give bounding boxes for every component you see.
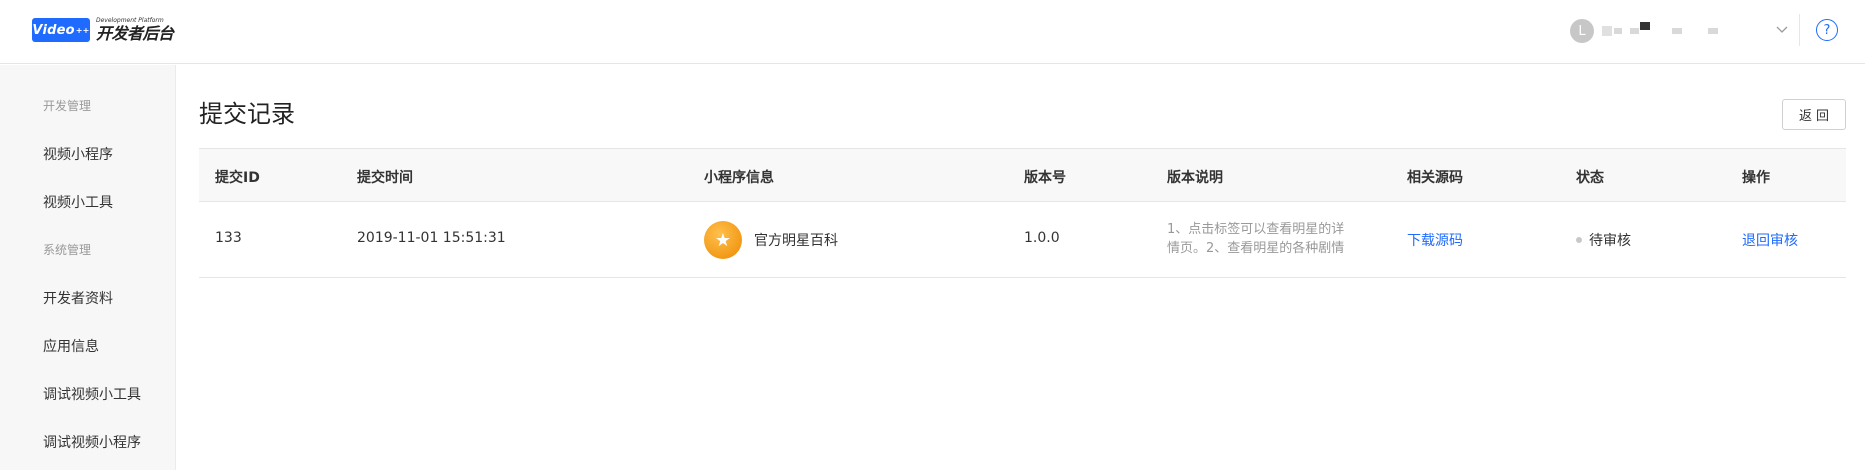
star-icon: ★ <box>704 221 742 259</box>
status-dot-icon <box>1576 237 1582 243</box>
redacted-username <box>1708 28 1718 34</box>
cell-id: 133 <box>215 230 242 246</box>
withdraw-review-link[interactable]: 退回审核 <box>1742 230 1798 250</box>
sidebar-item-dev-profile[interactable]: 开发者资料 <box>43 288 113 308</box>
sidebar-item-video-app[interactable]: 视频小程序 <box>43 144 113 164</box>
logo-text: Development Platform 开发者后台 <box>96 17 174 43</box>
column-header-source: 相关源码 <box>1407 170 1463 186</box>
logo-badge: Video ++ <box>32 18 90 42</box>
cell-version: 1.0.0 <box>1024 230 1060 246</box>
logo-title: 开发者后台 <box>96 24 174 43</box>
column-header-status: 状态 <box>1576 170 1604 186</box>
sidebar-item-debug-tool[interactable]: 调试视频小工具 <box>43 384 141 404</box>
sidebar-group-dev: 开发管理 <box>43 99 92 113</box>
version-desc-line: 1、点击标签可以查看明星的详 <box>1167 222 1345 237</box>
sidebar-group-system: 系统管理 <box>43 243 92 257</box>
download-source-link[interactable]: 下载源码 <box>1407 230 1463 250</box>
logo-badge-text: Video <box>32 22 75 38</box>
top-header: Video ++ Development Platform 开发者后台 L ? <box>0 0 1865 64</box>
help-icon[interactable]: ? <box>1816 19 1838 41</box>
redacted-username <box>1630 28 1639 34</box>
cell-app-name: 官方明星百科 <box>754 233 838 249</box>
sidebar-item-debug-app[interactable]: 调试视频小程序 <box>43 432 141 452</box>
redacted-username <box>1602 26 1612 36</box>
cell-time: 2019-11-01 15:51:31 <box>357 230 506 246</box>
submission-table: 提交ID 提交时间 小程序信息 版本号 版本说明 相关源码 状态 操作 133 … <box>199 148 1846 278</box>
chevron-down-icon[interactable] <box>1774 21 1790 37</box>
sidebar: 开发管理 视频小程序 视频小工具 系统管理 开发者资料 应用信息 调试视频小工具… <box>0 65 176 470</box>
redacted-username <box>1672 28 1682 34</box>
logo[interactable]: Video ++ Development Platform 开发者后台 <box>32 17 174 43</box>
table-header: 提交ID 提交时间 小程序信息 版本号 版本说明 相关源码 状态 操作 <box>199 148 1846 202</box>
column-header-time: 提交时间 <box>357 170 413 186</box>
sidebar-item-app-info[interactable]: 应用信息 <box>43 336 99 356</box>
column-header-version-desc: 版本说明 <box>1167 170 1223 186</box>
version-desc-line: 情页。2、查看明星的各种剧情 <box>1167 241 1345 256</box>
cell-version-desc: 1、点击标签可以查看明星的详 情页。2、查看明星的各种剧情 <box>1167 220 1377 258</box>
page-title: 提交记录 <box>199 100 295 128</box>
cell-status: 待审核 <box>1576 230 1631 250</box>
column-header-action: 操作 <box>1742 170 1770 186</box>
redacted-username <box>1614 28 1622 34</box>
column-header-version: 版本号 <box>1024 170 1066 186</box>
header-divider <box>1799 14 1800 46</box>
column-header-app-info: 小程序信息 <box>704 170 774 186</box>
avatar[interactable]: L <box>1570 19 1594 43</box>
sidebar-item-video-tool[interactable]: 视频小工具 <box>43 192 113 212</box>
user-menu[interactable]: L <box>1570 19 1788 43</box>
logo-badge-sup: ++ <box>75 25 90 35</box>
column-header-id: 提交ID <box>215 170 260 186</box>
status-badge: 待审核 <box>1589 233 1631 249</box>
table-row: 133 2019-11-01 15:51:31 ★ 官方明星百科 1.0.0 1… <box>199 202 1846 278</box>
redacted-username <box>1640 22 1650 30</box>
back-button[interactable]: 返回 <box>1782 99 1846 130</box>
